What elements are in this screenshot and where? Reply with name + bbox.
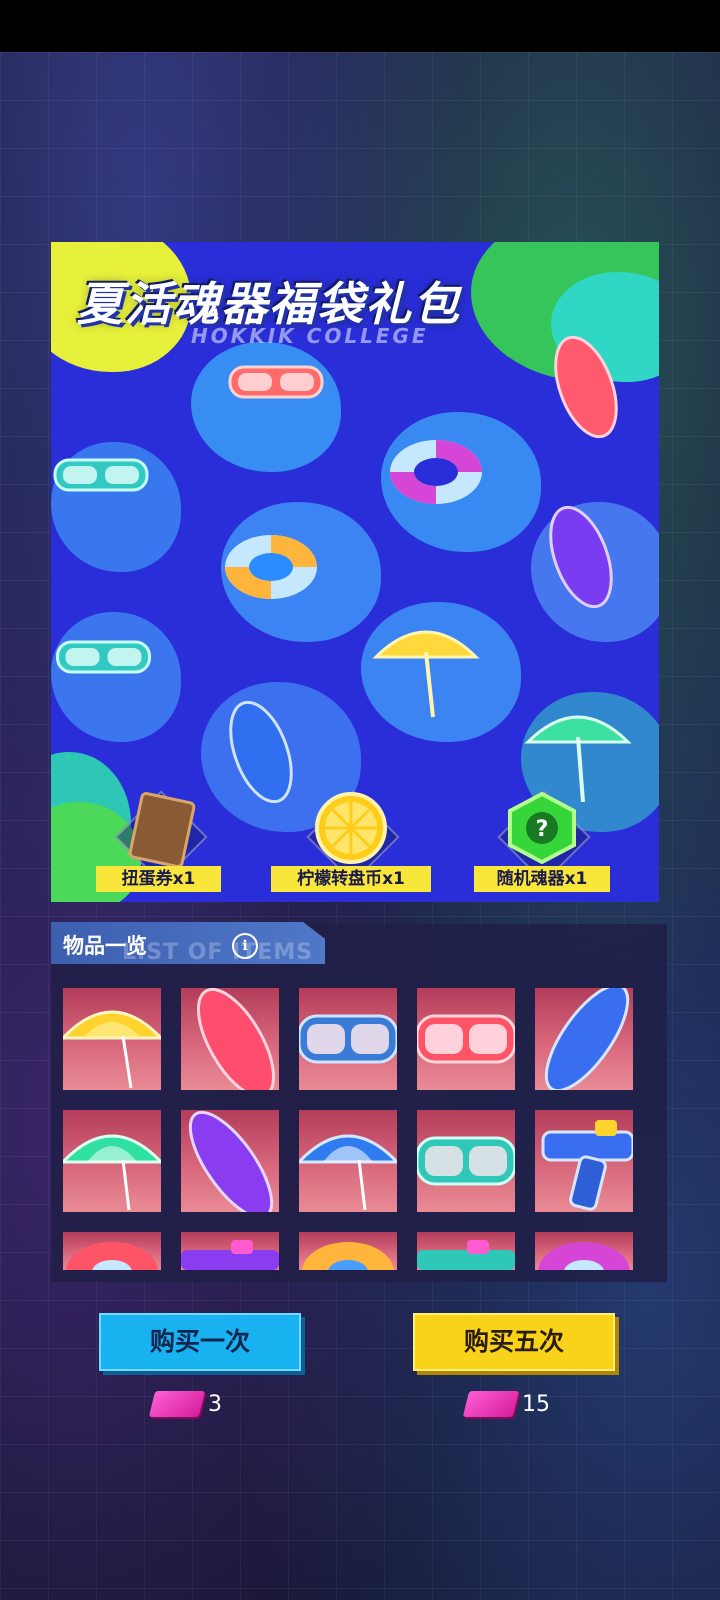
banner-subtitle: HOKKIK COLLEGE <box>191 324 429 348</box>
reward-random-relic: ? 随机魂器x1 <box>474 790 610 892</box>
goggles-icon <box>53 458 149 492</box>
cost-value: 3 <box>208 1391 222 1417</box>
buy-five-cost: 15 <box>462 1387 550 1421</box>
reward-gacha-ticket: 扭蛋券x1 <box>96 790 221 892</box>
pack-banner: 夏活魂器福袋礼包 HOKKIK COLLEGE 扭蛋券x1 柠檬转盘币x1 ? … <box>51 242 659 902</box>
swim-ring-icon <box>66 1242 158 1270</box>
goggles-icon <box>299 1014 397 1064</box>
lemon-coin-icon <box>315 792 387 864</box>
item-cell[interactable] <box>417 1232 515 1270</box>
cost-value: 15 <box>522 1391 550 1417</box>
item-cell[interactable] <box>535 1110 633 1212</box>
item-cell[interactable] <box>535 1232 633 1270</box>
item-cell[interactable] <box>299 1232 397 1270</box>
reward-lemon-coin: 柠檬转盘币x1 <box>271 790 431 892</box>
random-relic-icon: ? <box>508 792 576 864</box>
item-cell[interactable] <box>299 1110 397 1212</box>
swim-ring-icon <box>302 1242 394 1270</box>
swim-ring-icon <box>225 535 317 599</box>
goggles-icon <box>228 365 324 399</box>
item-cell[interactable] <box>181 988 279 1090</box>
buy-once-button[interactable]: 购买一次 <box>99 1313 301 1371</box>
swim-ring-icon <box>538 1242 630 1270</box>
water-gun-icon <box>541 1120 633 1211</box>
goggles-icon <box>417 1136 515 1186</box>
surfboard-icon <box>229 700 293 804</box>
item-cell[interactable] <box>417 988 515 1090</box>
item-list-panel[interactable] <box>51 924 667 1282</box>
water-gun-icon <box>181 1240 279 1270</box>
surfboard-icon <box>554 335 618 439</box>
item-cell[interactable] <box>63 988 161 1090</box>
surfboard-icon <box>544 988 630 1090</box>
swim-ring-icon <box>390 440 482 504</box>
item-cell[interactable] <box>181 1232 279 1270</box>
item-cell[interactable] <box>63 1110 161 1212</box>
umbrella-icon <box>63 1010 161 1089</box>
reward-label: 扭蛋券x1 <box>96 866 221 892</box>
umbrella-icon <box>63 1134 161 1211</box>
item-cell[interactable] <box>535 988 633 1090</box>
item-cell[interactable] <box>417 1110 515 1212</box>
info-icon[interactable]: i <box>232 933 258 959</box>
goggles-icon <box>417 1014 515 1064</box>
buy-once-cost: 3 <box>148 1387 222 1421</box>
ticket-icon <box>148 1391 206 1417</box>
item-cell[interactable] <box>181 1110 279 1212</box>
surfboard-icon <box>196 988 276 1090</box>
umbrella-icon <box>524 715 632 803</box>
svg-text:?: ? <box>536 817 549 842</box>
reward-label: 随机魂器x1 <box>474 866 610 892</box>
umbrella-icon <box>372 630 480 718</box>
item-list-title: 物品一览 <box>63 934 147 958</box>
umbrella-icon <box>299 1134 397 1211</box>
surfboard-icon <box>188 1110 274 1212</box>
ticket-icon <box>462 1391 520 1417</box>
reward-label: 柠檬转盘币x1 <box>271 866 431 892</box>
item-cell[interactable] <box>63 1232 161 1270</box>
item-cell[interactable] <box>299 988 397 1090</box>
buy-five-button[interactable]: 购买五次 <box>413 1313 615 1371</box>
water-gun-icon <box>417 1240 515 1270</box>
status-bar <box>0 0 720 52</box>
item-list-subtitle: LIST OF ITEMS <box>122 940 314 965</box>
surfboard-icon <box>549 505 613 609</box>
goggles-icon <box>56 640 151 674</box>
